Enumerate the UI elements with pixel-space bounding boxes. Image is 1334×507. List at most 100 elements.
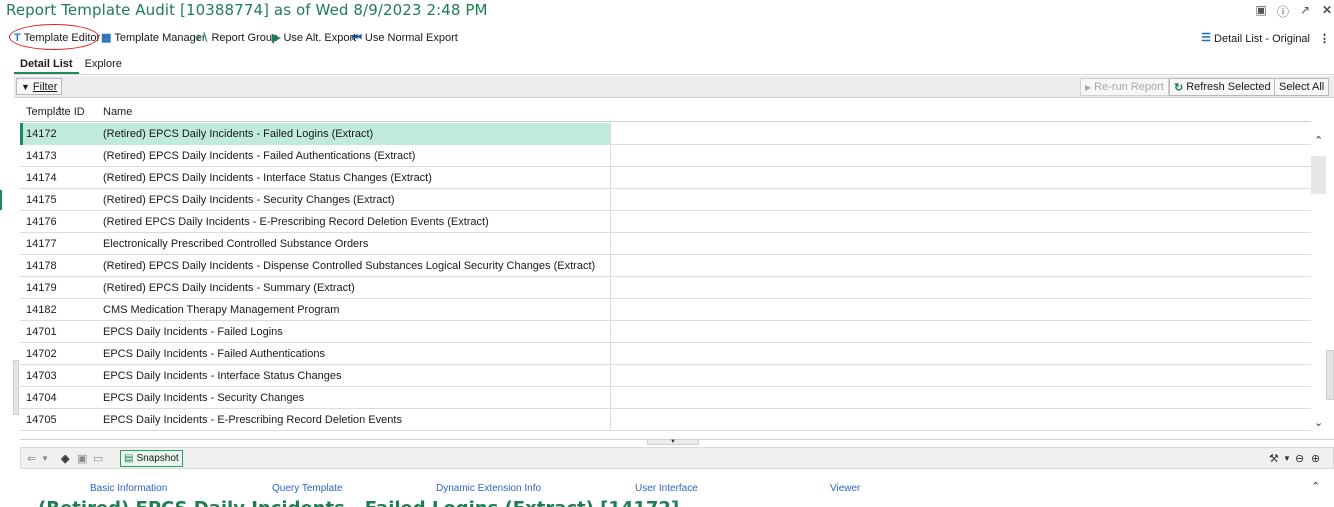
detail-toolbar: ⇐ ▼ ◈ ▣ ▭ ▤ Snapshot ⚒ ▼ ⊖ ⊕ — [20, 447, 1334, 469]
wrench-dropdown-icon[interactable]: ▼ — [1283, 454, 1291, 463]
tab-detail-list[interactable]: Detail List — [14, 56, 79, 74]
table-row[interactable]: 14178 (Retired) EPCS Daily Incidents - Di… — [20, 255, 1311, 277]
report-group-button[interactable]: +∖ Report Group — [195, 32, 278, 44]
use-normal-export-button[interactable]: ⏮ Use Normal Export — [352, 32, 458, 44]
table-row[interactable]: 14175 (Retired) EPCS Daily Incidents - Se… — [20, 189, 1311, 211]
template-editor-label: Template Editor — [23, 32, 101, 44]
template-editor-button[interactable]: T Template Editor — [14, 32, 100, 44]
cell-name: (Retired) EPCS Daily Incidents - Dispens… — [103, 260, 596, 272]
filter-bar: ▼ Filter ▶ Re-run Report ↻ Refresh Selec… — [14, 76, 1334, 98]
cell-name: (Retired EPCS Daily Incidents - E-Prescr… — [103, 216, 489, 228]
table-row[interactable]: 14702 EPCS Daily Incidents - Failed Authe… — [20, 343, 1311, 365]
snapshot-icon: ▤ — [124, 453, 134, 464]
binoculars-icon[interactable]: ◈ — [61, 452, 69, 465]
cell-name: EPCS Daily Incidents - Security Changes — [103, 392, 305, 404]
cell-template-id: 14175 — [26, 194, 57, 206]
help-icon[interactable]: ⓘ — [1276, 3, 1290, 20]
link-query-template[interactable]: Query Template — [272, 483, 342, 494]
table-row[interactable]: 14173 (Retired) EPCS Daily Incidents - Fa… — [20, 145, 1311, 167]
filter-icon: ▼ — [21, 81, 30, 92]
restore-icon[interactable]: ↗ — [1298, 3, 1312, 20]
rerun-report-button[interactable]: ▶ Re-run Report — [1080, 78, 1169, 96]
report-sections-nav: Basic Information Query Template Dynamic… — [0, 483, 1334, 497]
history-dropdown-icon[interactable]: ▼ — [41, 454, 49, 463]
window-controls: ▣ ⓘ ↗ ✕ — [1254, 3, 1334, 20]
template-manager-button[interactable]: ▩ Template Manager — [101, 32, 206, 44]
tab-explore[interactable]: Explore — [79, 56, 128, 74]
window-title: Report Template Audit [10388774] as of W… — [6, 1, 488, 19]
refresh-selected-label: Refresh Selected — [1186, 81, 1271, 93]
list-icon: ☰ — [1201, 32, 1212, 44]
skip-back-icon: ⏮ — [352, 31, 362, 44]
table-row[interactable]: 14704 EPCS Daily Incidents - Security Cha… — [20, 387, 1311, 409]
table-row[interactable]: 14703 EPCS Daily Incidents - Interface St… — [20, 365, 1311, 387]
zoom-out-icon[interactable]: ⊖ — [1295, 452, 1304, 465]
grid-rows: 14172 (Retired) EPCS Daily Incidents - Fa… — [20, 123, 1311, 431]
left-edge-accent — [0, 190, 2, 210]
link-basic-information[interactable]: Basic Information — [90, 483, 167, 494]
detail-scroll-up-icon[interactable]: ⌃ — [1311, 480, 1320, 493]
cell-name: EPCS Daily Incidents - Failed Authentica… — [103, 348, 325, 360]
cell-template-id: 14177 — [26, 238, 57, 250]
cell-name: (Retired) EPCS Daily Incidents - Summary… — [103, 282, 355, 294]
snapshot-button[interactable]: ▤ Snapshot — [120, 450, 183, 467]
cell-name: (Retired) EPCS Daily Incidents - Failed … — [103, 150, 416, 162]
close-icon[interactable]: ✕ — [1320, 3, 1334, 20]
link-dynamic-extension-info[interactable]: Dynamic Extension Info — [436, 483, 541, 494]
filter-label: Filter — [32, 80, 58, 93]
print-icon[interactable]: ▣ — [1254, 3, 1268, 20]
view-tabs: Detail List Explore — [14, 56, 128, 74]
table-row[interactable]: 14182 CMS Medication Therapy Management P… — [20, 299, 1311, 321]
table-row[interactable]: 14701 EPCS Daily Incidents - Failed Login… — [20, 321, 1311, 343]
wrench-icon[interactable]: ⚒ — [1269, 452, 1279, 465]
left-collapse-handle[interactable] — [13, 360, 19, 415]
link-user-interface[interactable]: User Interface — [635, 483, 698, 494]
refresh-selected-button[interactable]: ↻ Refresh Selected — [1169, 78, 1276, 96]
cell-template-id: 14179 — [26, 282, 57, 294]
scroll-up-icon[interactable]: ⌃ — [1314, 134, 1323, 147]
pane-splitter[interactable]: ▼ — [20, 439, 1334, 445]
scroll-thumb[interactable] — [1311, 156, 1326, 194]
folder-icon: ▩ — [101, 31, 112, 44]
scroll-down-icon[interactable]: ⌄ — [1314, 416, 1323, 429]
window-icon[interactable]: ▭ — [93, 452, 103, 465]
view-selector-button[interactable]: ☰ Detail List - Original ⋮ — [1201, 32, 1330, 46]
right-collapse-handle[interactable] — [1326, 350, 1334, 400]
alt-export-icon: ▶ — [272, 31, 281, 44]
sort-ascending-icon: ▲ — [56, 105, 63, 112]
cell-template-id: 14172 — [26, 128, 57, 140]
table-row[interactable]: 14176 (Retired EPCS Daily Incidents - E-P… — [20, 211, 1311, 233]
cell-name: EPCS Daily Incidents - Failed Logins — [103, 326, 283, 338]
report-group-label: Report Group — [211, 32, 279, 44]
cell-name: (Retired) EPCS Daily Incidents - Failed … — [103, 128, 374, 140]
table-row[interactable]: 14172 (Retired) EPCS Daily Incidents - Fa… — [20, 123, 1311, 145]
table-row[interactable]: 14174 (Retired) EPCS Daily Incidents - In… — [20, 167, 1311, 189]
column-header-name[interactable]: Name — [103, 106, 132, 118]
column-header-template-id[interactable]: ▲ Template ID — [26, 105, 85, 118]
record-title: (Retired) EPCS Daily Incidents - Failed … — [38, 498, 679, 507]
link-viewer[interactable]: Viewer — [830, 483, 860, 494]
splitter-handle-icon[interactable]: ▼ — [647, 439, 699, 445]
add-group-icon: +∖ — [195, 31, 209, 44]
cell-template-id: 14704 — [26, 392, 57, 404]
table-row[interactable]: 14705 EPCS Daily Incidents - E-Prescribin… — [20, 409, 1311, 431]
cell-template-id: 14176 — [26, 216, 57, 228]
cell-name: (Retired) EPCS Daily Incidents - Securit… — [103, 194, 395, 206]
image-icon[interactable]: ▣ — [77, 452, 87, 465]
table-row[interactable]: 14177 Electronically Prescribed Controlle… — [20, 233, 1311, 255]
template-manager-label: Template Manager — [114, 32, 206, 44]
back-arrow-icon[interactable]: ⇐ — [27, 452, 36, 465]
cell-template-id: 14178 — [26, 260, 57, 272]
select-all-button[interactable]: Select All — [1274, 78, 1330, 96]
use-alt-export-button[interactable]: ▶ Use Alt. Export — [272, 32, 356, 44]
zoom-in-icon[interactable]: ⊕ — [1311, 452, 1320, 465]
grid-header: ▲ Template ID Name — [20, 100, 1311, 122]
title-bar: Report Template Audit [10388774] as of W… — [0, 0, 1334, 22]
grid-vertical-scrollbar[interactable]: ⌃ ⌄ — [1311, 122, 1326, 434]
table-row[interactable]: 14179 (Retired) EPCS Daily Incidents - Su… — [20, 277, 1311, 299]
filter-button[interactable]: ▼ Filter — [16, 78, 63, 95]
template-editor-icon: T — [14, 31, 21, 44]
more-options-icon[interactable]: ⋮ — [1319, 32, 1330, 45]
cell-template-id: 14182 — [26, 304, 57, 316]
refresh-icon: ↻ — [1174, 81, 1184, 94]
